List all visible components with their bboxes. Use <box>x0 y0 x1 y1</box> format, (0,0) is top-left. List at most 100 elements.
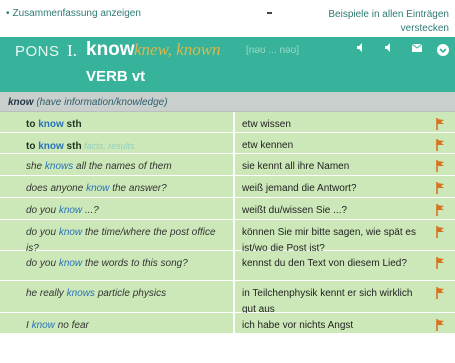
source-phrase: she knows all the names of them <box>26 159 226 175</box>
translation-table: to know sth etw wissen to know sth facts, … <box>0 112 455 334</box>
translation-cell: weißt du/wissen Sie ...? <box>235 198 455 219</box>
keyword-link[interactable]: knows <box>67 288 95 299</box>
translation-cell: ich habe vor nichts Angst <box>235 313 455 333</box>
table-row: I know no fear ich habe vor nichts Angst <box>0 313 455 334</box>
keyword-link[interactable]: knows <box>45 161 73 172</box>
source-label: PONS <box>15 43 60 60</box>
translation-text: etw kennen <box>242 140 294 151</box>
phrase-text: do you <box>26 227 59 238</box>
phrase-text: to <box>26 119 39 130</box>
keyword-link[interactable]: know <box>38 119 64 130</box>
table-row: to know sth etw wissen <box>0 112 455 133</box>
trainer-flag-icon[interactable] <box>436 204 445 216</box>
trainer-flag-icon[interactable] <box>436 257 445 269</box>
translation-text: etw wissen <box>242 119 291 130</box>
phrase-text: the answer? <box>109 183 167 194</box>
phrase-text: no fear <box>54 320 89 331</box>
trainer-flag-icon[interactable] <box>436 226 445 238</box>
source-cell: do you know the time/where the post offi… <box>0 220 234 254</box>
translation-text: ich habe vor nichts Angst <box>242 320 354 331</box>
verb-forms: knew, known <box>134 40 221 59</box>
context-label: facts, results <box>81 141 135 151</box>
source-cell: to know sth facts, results <box>0 133 234 153</box>
sense-text: know (have information/knowledge) <box>8 97 168 108</box>
source-phrase: to know sth facts, results <box>26 138 226 155</box>
translation-cell: können Sie mir bitte sagen, wie spät es … <box>235 220 455 254</box>
trainer-flag-icon[interactable] <box>436 160 445 172</box>
translation-text: sie kennt all ihre Namen <box>242 161 350 172</box>
sense-word: know <box>8 97 34 108</box>
table-row: she knows all the names of them sie kennt… <box>0 154 455 176</box>
trainer-flag-icon[interactable] <box>436 182 445 194</box>
headword: know <box>86 39 135 60</box>
sense-gloss: (have information/knowledge) <box>36 97 168 108</box>
part-of-speech: VERB vt <box>86 68 146 85</box>
phrase-text: do you <box>26 258 59 269</box>
divider-dash <box>267 12 272 14</box>
source-phrase: to know sth <box>26 117 226 133</box>
phrase-text: he really <box>26 288 67 299</box>
phrase-text: sth <box>63 141 82 152</box>
translation-text: weiß jemand die Antwort? <box>242 183 357 194</box>
keyword-link[interactable]: know <box>32 320 55 331</box>
speaker-icon[interactable] <box>347 43 375 57</box>
sense-heading: know (have information/knowledge) <box>0 92 455 112</box>
phrase-text: all the names of them <box>73 161 172 172</box>
trainer-flag-icon[interactable] <box>436 139 445 151</box>
speaker-icon[interactable] <box>375 43 403 57</box>
table-row: to know sth facts, results etw kennen <box>0 133 455 154</box>
source-cell: do you know ...? <box>0 198 234 219</box>
table-row: do you know the words to this song? kenns… <box>0 251 455 281</box>
trainer-flag-icon[interactable] <box>436 319 445 331</box>
entry-header: PONS I. know knew, known [nəʊ ... nəʊ] V… <box>0 37 455 92</box>
source-phrase: does anyone know the answer? <box>26 181 226 197</box>
translation-cell: etw wissen <box>235 112 455 132</box>
plus-circle-icon[interactable] <box>437 44 449 56</box>
phrase-text: the words to this song? <box>82 258 188 269</box>
source-phrase: do you know the words to this song? <box>26 256 226 272</box>
pronunciation: [nəʊ ... nəʊ] <box>246 45 300 56</box>
source-cell: he really knows particle physics <box>0 281 234 312</box>
source-phrase: do you know ...? <box>26 203 226 219</box>
entry-number: I. <box>67 41 77 60</box>
trainer-flag-icon[interactable] <box>436 287 445 299</box>
keyword-link[interactable]: know <box>86 183 109 194</box>
top-bar: • Zusammenfassung anzeigen Beispiele in a… <box>0 0 455 37</box>
phrase-text: to <box>26 141 39 152</box>
keyword-link[interactable]: know <box>59 227 82 238</box>
table-row: do you know the time/where the post offi… <box>0 220 455 254</box>
table-row: does anyone know the answer? weiß jemand … <box>0 176 455 198</box>
keyword-link[interactable]: know <box>59 258 82 269</box>
trainer-flag-icon[interactable] <box>436 118 445 130</box>
show-summary-link[interactable]: • Zusammenfassung anzeigen <box>6 8 141 19</box>
translation-cell: kennst du den Text von diesem Lied? <box>235 251 455 280</box>
source-cell: does anyone know the answer? <box>0 176 234 197</box>
show-summary-label: Zusammenfassung anzeigen <box>12 8 141 19</box>
translation-text: weißt du/wissen Sie ...? <box>242 205 348 216</box>
source-cell: to know sth <box>0 112 234 132</box>
translation-text: kennst du den Text von diesem Lied? <box>242 258 407 269</box>
source-cell: she knows all the names of them <box>0 154 234 175</box>
table-row: he really knows particle physics in Teilc… <box>0 281 455 315</box>
hide-examples-link[interactable]: Beispiele in allen Einträgen verstecken <box>299 8 449 36</box>
phrase-text: she <box>26 161 45 172</box>
keyword-link[interactable]: know <box>59 205 82 216</box>
mail-icon[interactable] <box>403 43 431 57</box>
phrase-text: ...? <box>82 205 99 216</box>
source-cell: do you know the words to this song? <box>0 251 234 280</box>
source-phrase: I know no fear <box>26 318 226 334</box>
phrase-text: do you <box>26 205 59 216</box>
translation-cell: etw kennen <box>235 133 455 153</box>
keyword-link[interactable]: know <box>38 141 64 152</box>
table-row: do you know ...? weißt du/wissen Sie ...? <box>0 198 455 220</box>
source-phrase: he really knows particle physics <box>26 286 226 302</box>
phrase-text: does anyone <box>26 183 87 194</box>
translation-cell: sie kennt all ihre Namen <box>235 154 455 175</box>
bullet-icon: • <box>6 8 10 19</box>
header-icons <box>347 43 449 57</box>
phrase-text: sth <box>63 119 82 130</box>
translation-cell: in Teilchenphysik kennt er sich wirklich… <box>235 281 455 315</box>
source-cell: I know no fear <box>0 313 234 333</box>
phrase-text: particle physics <box>94 288 167 299</box>
translation-cell: weiß jemand die Antwort? <box>235 176 455 197</box>
